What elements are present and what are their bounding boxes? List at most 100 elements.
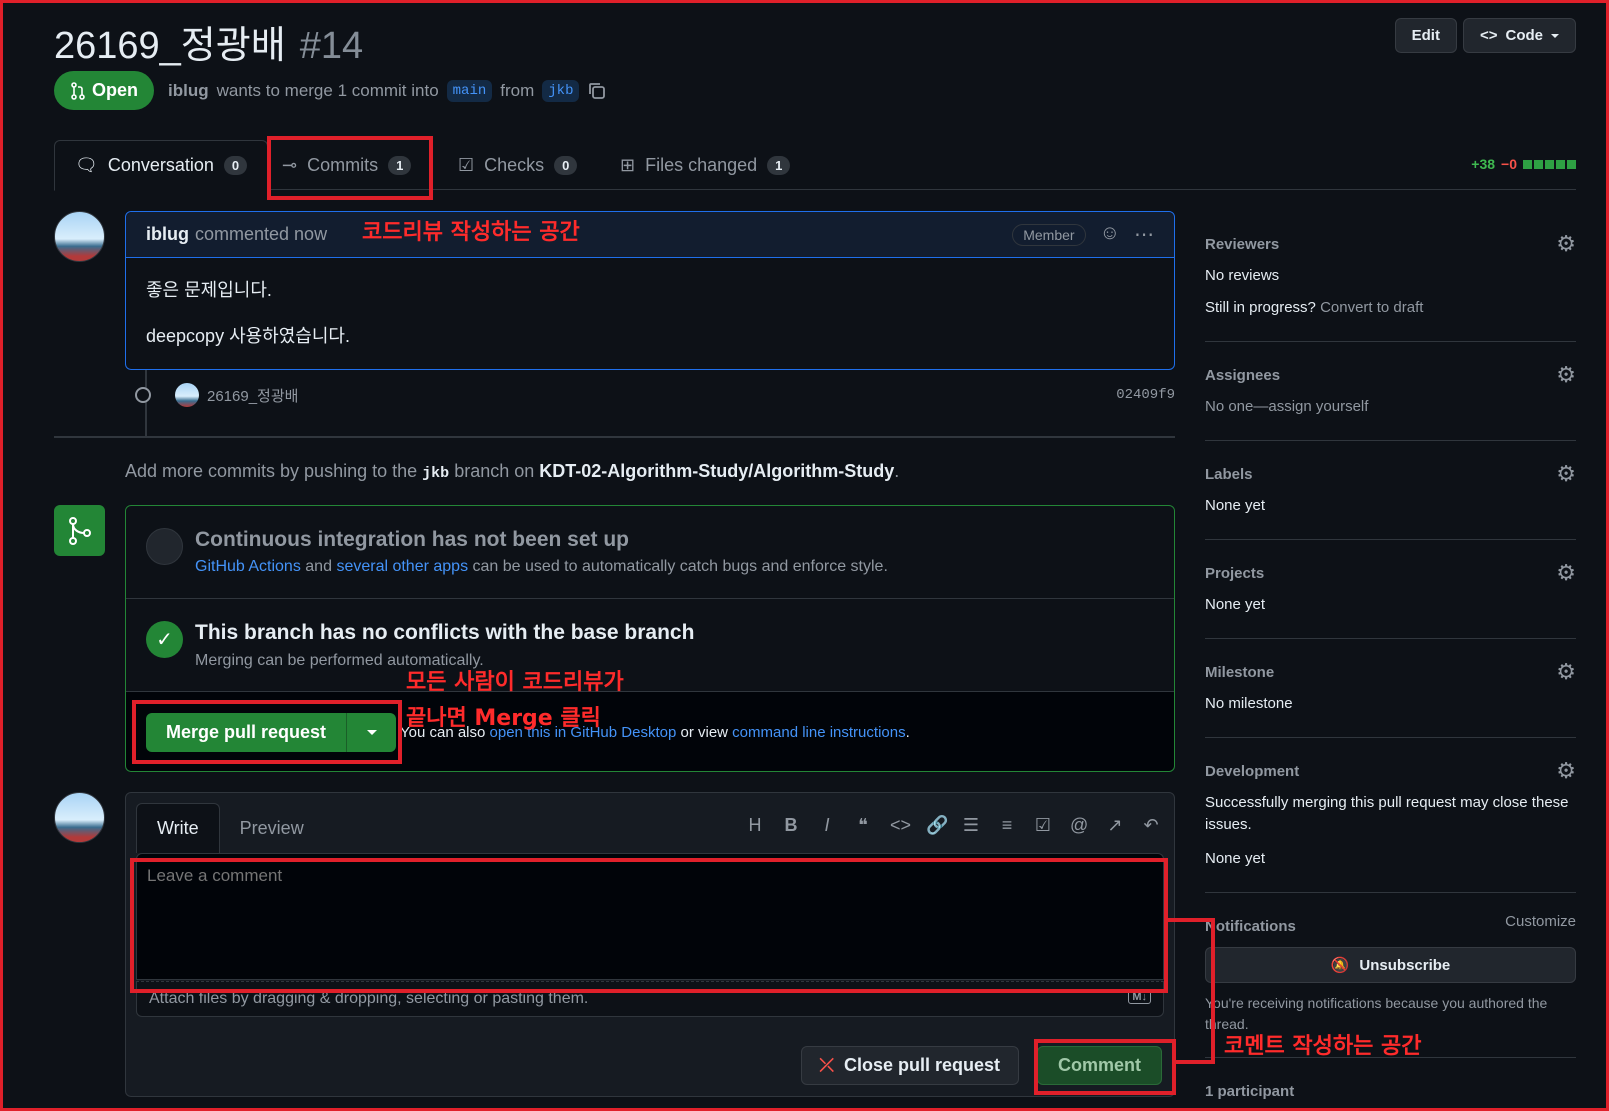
commit-message[interactable]: 26169_정광배: [207, 385, 298, 406]
comment-line: deepcopy 사용하였습니다.: [146, 326, 350, 346]
tab-preview[interactable]: Preview: [220, 803, 324, 853]
comment-body: 좋은 문제입니다. deepcopy 사용하였습니다.: [126, 258, 1174, 390]
chevron-down-icon: [1551, 33, 1559, 38]
ordered-list-icon[interactable]: ≡: [998, 815, 1016, 836]
comment-actions: ☺ ⋯: [1100, 222, 1154, 247]
tab-counter: 1: [767, 155, 791, 175]
avatar[interactable]: [54, 792, 105, 843]
gear-icon[interactable]: ⚙: [1556, 231, 1576, 257]
customize-link[interactable]: Customize: [1505, 913, 1576, 930]
copy-icon[interactable]: [587, 81, 607, 101]
check-icon: ✓: [146, 621, 183, 658]
gear-icon[interactable]: ⚙: [1556, 362, 1576, 388]
milestone-value: No milestone: [1205, 695, 1293, 712]
annotation-connector: [1211, 918, 1215, 1064]
mention-icon[interactable]: @: [1070, 815, 1088, 836]
assignees-label[interactable]: Assignees: [1205, 362, 1576, 388]
convert-to-draft-link[interactable]: Convert to draft: [1320, 299, 1423, 316]
link-icon[interactable]: 🔗: [926, 815, 948, 836]
sidebar-assignees: Assignees ⚙ No one—assign yourself: [1205, 342, 1576, 441]
unsubscribe-button[interactable]: 🔕 Unsubscribe: [1205, 947, 1576, 983]
highlight-comment-textarea: [130, 858, 1168, 993]
base-branch[interactable]: main: [446, 79, 493, 102]
commit-item: 26169_정광배 02409f9: [135, 380, 1175, 410]
merge-alt-text: or view: [680, 724, 728, 741]
kebab-horizontal-icon[interactable]: ⋯: [1134, 222, 1154, 247]
tab-checks[interactable]: ☑ Checks 0: [458, 140, 578, 190]
pr-meta: Open iblug wants to merge 1 commit into …: [54, 71, 607, 110]
gear-icon[interactable]: ⚙: [1556, 461, 1576, 487]
italic-icon[interactable]: I: [818, 815, 836, 836]
tab-label: Conversation: [107, 155, 214, 175]
ci-section: Continuous integration has not been set …: [126, 506, 1174, 599]
cross-reference-icon[interactable]: ↗: [1106, 815, 1124, 836]
deletions-count: −0: [1501, 156, 1517, 172]
commit-sha[interactable]: 02409f9: [1116, 387, 1175, 403]
command-line-link[interactable]: command line instructions: [732, 724, 905, 741]
reply-icon[interactable]: ↶: [1142, 815, 1160, 836]
milestone-label[interactable]: Milestone: [1205, 659, 1576, 685]
tab-conversation[interactable]: 🗨 Conversation 0: [54, 140, 269, 191]
annotation-connector: [1176, 1060, 1214, 1064]
additions-count: +38: [1471, 156, 1496, 172]
annotation-comment-space: 코멘트 작성하는 공간: [1224, 1034, 1422, 1059]
projects-value: None yet: [1205, 596, 1266, 613]
avatar[interactable]: [175, 383, 199, 407]
comment-author[interactable]: iblug: [146, 224, 189, 245]
author-link[interactable]: iblug: [168, 81, 209, 101]
repo-link[interactable]: KDT-02-Algorithm-Study/Algorithm-Study: [539, 461, 894, 481]
member-badge: Member: [1012, 223, 1086, 246]
heading-icon[interactable]: H: [746, 815, 764, 836]
pr-title-row: 26169_정광배 #14: [54, 14, 363, 67]
sidebar-participants: 1 participant: [1205, 1058, 1576, 1111]
comment-discussion-icon: 🗨: [75, 155, 98, 175]
comment-line: 좋은 문제입니다.: [146, 280, 272, 300]
reviewers-value: No reviews: [1205, 267, 1280, 284]
development-note: Successfully merging this pull request m…: [1205, 794, 1569, 833]
projects-label[interactable]: Projects: [1205, 560, 1576, 586]
checklist-icon: ☑: [458, 154, 475, 175]
development-label[interactable]: Development: [1205, 758, 1576, 784]
participants-label: 1 participant: [1205, 1082, 1295, 1100]
divider: [54, 436, 1175, 438]
git-commit-icon: [135, 387, 151, 403]
push-hint: Add more commits by pushing to the jkb b…: [125, 461, 899, 482]
tab-label: Files changed: [645, 154, 758, 175]
assignees-value: No one—assign yourself: [1205, 396, 1576, 418]
annotation-merge-line1: 모든 사람이 코드리뷰가: [406, 670, 624, 695]
gear-icon[interactable]: ⚙: [1556, 560, 1576, 586]
assign-yourself-link[interactable]: assign yourself: [1268, 398, 1368, 415]
close-pull-request-button[interactable]: ⤫ Close pull request: [800, 1046, 1019, 1085]
code-icon[interactable]: <>: [890, 815, 911, 836]
avatar[interactable]: [54, 211, 105, 262]
unordered-list-icon[interactable]: ☰: [962, 815, 980, 836]
git-merge-icon: [54, 505, 105, 556]
gear-icon[interactable]: ⚙: [1556, 659, 1576, 685]
quote-icon[interactable]: ❝: [854, 815, 872, 836]
labels-label[interactable]: Labels: [1205, 461, 1576, 487]
code-button[interactable]: <> Code: [1462, 18, 1576, 53]
github-actions-link[interactable]: GitHub Actions: [195, 558, 301, 575]
assignees-text: No one—: [1205, 398, 1269, 415]
hint-text: Add more commits by pushing to the: [125, 461, 418, 481]
sidebar-labels: Labels ⚙ None yet: [1205, 441, 1576, 540]
tab-label: Checks: [484, 154, 545, 175]
tab-files-changed[interactable]: ⊞ Files changed 1: [620, 140, 791, 190]
pull-request-icon: [71, 81, 85, 100]
highlight-merge-button: [132, 700, 402, 764]
ci-subtitle: GitHub Actions and several other apps ca…: [195, 558, 888, 576]
edit-button[interactable]: Edit: [1394, 18, 1457, 53]
other-apps-link[interactable]: several other apps: [336, 558, 468, 575]
from-text: from: [500, 80, 535, 100]
smiley-icon[interactable]: ☺: [1100, 222, 1120, 247]
bold-icon[interactable]: B: [782, 815, 800, 836]
merge-text: wants to merge 1 commit into: [216, 80, 439, 100]
head-branch[interactable]: jkb: [542, 79, 580, 102]
conflicts-section: ✓ This branch has no conflicts with the …: [126, 599, 1174, 692]
ci-text: can be used to automatically catch bugs …: [472, 558, 888, 575]
tab-write[interactable]: Write: [136, 803, 220, 853]
gear-icon[interactable]: ⚙: [1556, 758, 1576, 784]
git-pull-request-closed-icon: ⤫: [819, 1055, 834, 1075]
tasklist-icon[interactable]: ☑: [1034, 815, 1052, 836]
reviewers-label[interactable]: Reviewers: [1205, 231, 1576, 257]
